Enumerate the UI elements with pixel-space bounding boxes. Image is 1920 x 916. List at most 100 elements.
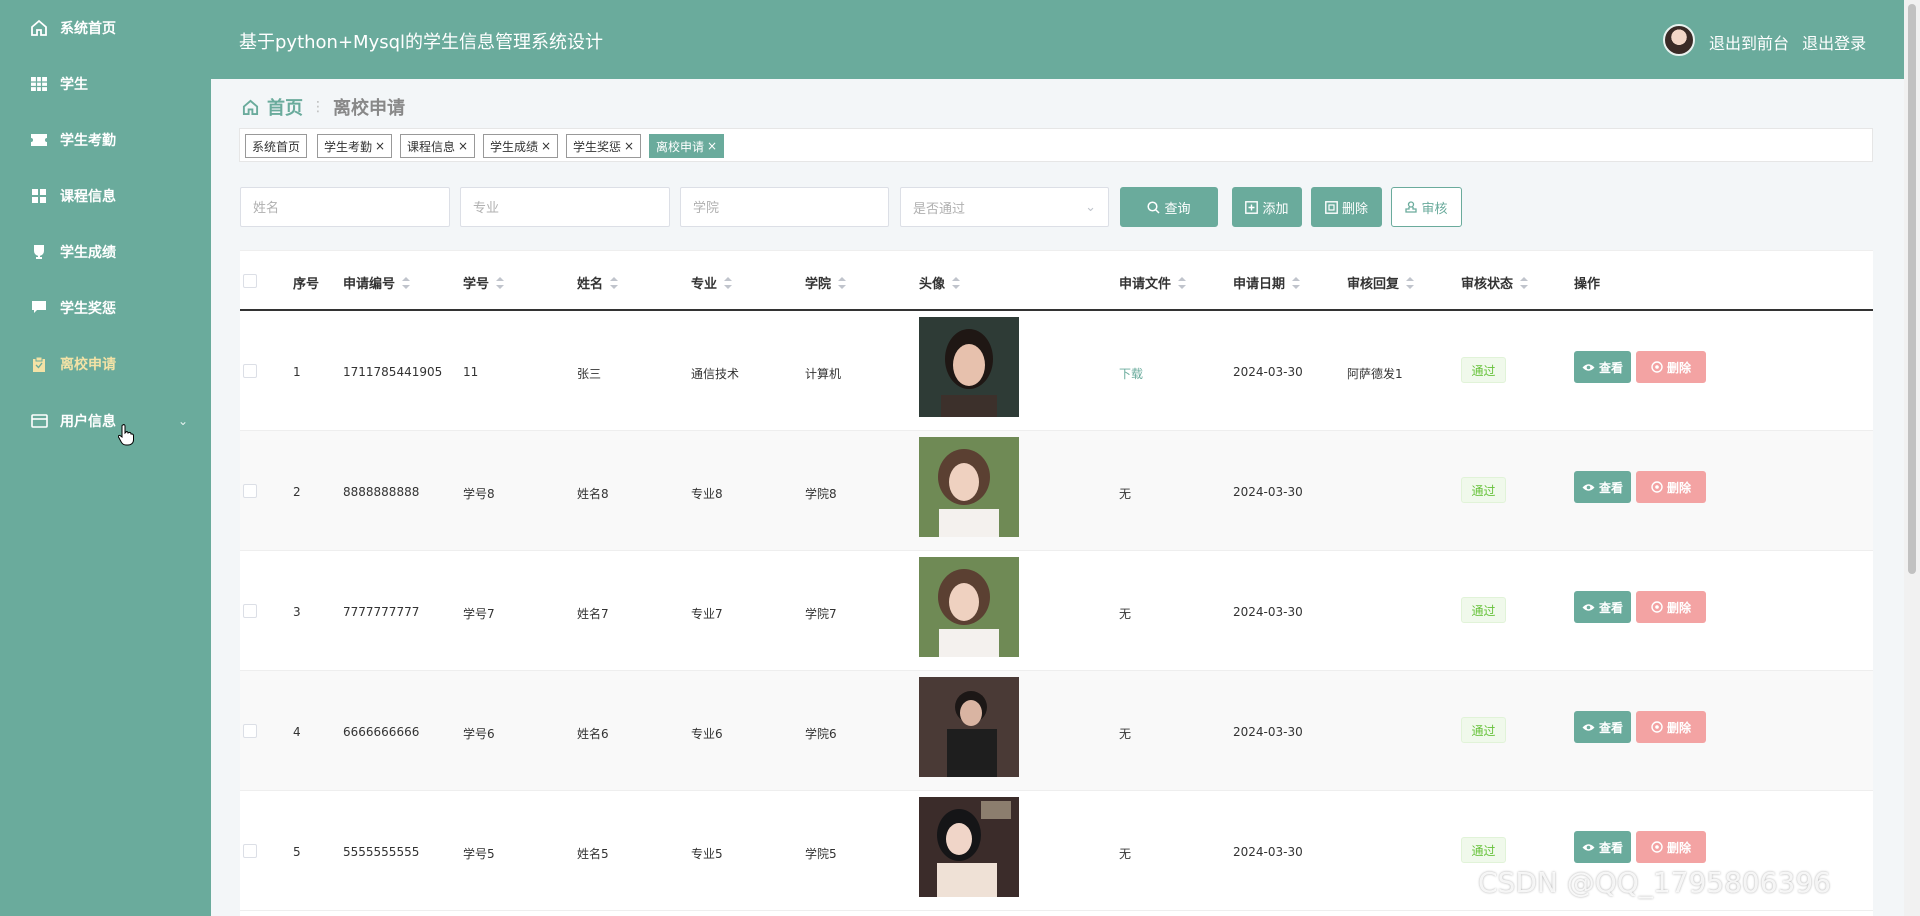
- delete-row-button[interactable]: 删除: [1636, 471, 1706, 503]
- column-header[interactable]: 申请编号: [343, 273, 411, 292]
- column-header[interactable]: 学院: [805, 273, 847, 292]
- sort-icon[interactable]: [1405, 276, 1415, 289]
- breadcrumb: 首页 ⋮ 离校申请: [242, 94, 405, 120]
- card-icon: [30, 412, 48, 430]
- sidebar-item-user-info[interactable]: 用户信息 ⌄: [0, 401, 211, 441]
- sidebar-item-grades[interactable]: 学生成绩: [0, 232, 211, 272]
- applications-table: 序号 申请编号 学号 姓名 专业 学院 头像 申请文件 申请日期 审核回复 审核…: [240, 250, 1873, 916]
- delete-row-button[interactable]: 删除: [1636, 711, 1706, 743]
- delete-row-button[interactable]: 删除: [1636, 591, 1706, 623]
- close-icon[interactable]: ×: [458, 139, 468, 153]
- sort-icon[interactable]: [609, 276, 619, 289]
- close-icon[interactable]: ×: [624, 139, 634, 153]
- sort-icon[interactable]: [951, 276, 961, 289]
- vertical-scrollbar[interactable]: [1904, 0, 1920, 916]
- sort-icon[interactable]: [495, 276, 505, 289]
- college-input[interactable]: [680, 187, 889, 227]
- column-header-label: 姓名: [577, 277, 604, 292]
- close-icon[interactable]: ×: [375, 139, 385, 153]
- column-header-label: 操作: [1574, 277, 1601, 292]
- passed-select[interactable]: 是否通过 ⌄: [900, 187, 1109, 227]
- sidebar-item-rewards[interactable]: 学生奖惩: [0, 288, 211, 328]
- row-checkbox[interactable]: [243, 724, 257, 738]
- sort-icon[interactable]: [1291, 276, 1301, 289]
- column-header[interactable]: 申请文件: [1119, 273, 1187, 292]
- close-icon[interactable]: ×: [707, 139, 717, 153]
- tag-attendance[interactable]: 学生考勤 ×: [317, 134, 393, 158]
- avatar[interactable]: [1663, 24, 1695, 56]
- view-button[interactable]: 查看: [1574, 471, 1631, 503]
- close-icon[interactable]: ×: [541, 139, 551, 153]
- sidebar-item-label: 课程信息: [60, 189, 116, 205]
- table-row: 3 7777777777 学号7 姓名7 专业7 学院7 无 2024-03-3…: [240, 551, 1873, 671]
- row-checkbox[interactable]: [243, 484, 257, 498]
- row-checkbox[interactable]: [243, 364, 257, 378]
- tag-grades[interactable]: 学生成绩 ×: [483, 134, 559, 158]
- status-badge: 通过: [1461, 717, 1506, 743]
- select-all-checkbox[interactable]: [243, 274, 257, 288]
- add-button[interactable]: 添加: [1232, 187, 1302, 227]
- application-file: 无: [1119, 487, 1132, 501]
- column-header-label: 专业: [691, 277, 718, 292]
- column-header[interactable]: 头像: [919, 273, 961, 292]
- column-header[interactable]: 学号: [463, 273, 505, 292]
- view-button[interactable]: 查看: [1574, 591, 1631, 623]
- column-header[interactable]: 姓名: [577, 273, 619, 292]
- row-checkbox[interactable]: [243, 604, 257, 618]
- student-number: 11: [463, 365, 479, 379]
- sidebar-item-leave-application[interactable]: 离校申请: [0, 344, 211, 384]
- close-circle-icon: [1651, 361, 1663, 373]
- row-index: 2: [293, 485, 301, 499]
- name-input[interactable]: [240, 187, 450, 227]
- back-to-frontend-link[interactable]: 退出到前台: [1709, 34, 1789, 53]
- sidebar-item-label: 用户信息: [60, 414, 116, 430]
- delete-row-button[interactable]: 删除: [1636, 351, 1706, 383]
- column-header[interactable]: 专业: [691, 273, 733, 292]
- row-checkbox[interactable]: [243, 844, 257, 858]
- column-header[interactable]: 申请日期: [1233, 273, 1301, 292]
- delete-button[interactable]: 删除: [1311, 187, 1382, 227]
- sidebar-item-student[interactable]: 学生: [0, 64, 211, 104]
- column-header-label: 申请日期: [1233, 277, 1286, 292]
- view-button[interactable]: 查看: [1574, 351, 1631, 383]
- sort-icon[interactable]: [1519, 276, 1529, 289]
- tag-rewards[interactable]: 学生奖惩 ×: [566, 134, 642, 158]
- sidebar-item-attendance[interactable]: 学生考勤: [0, 120, 211, 160]
- tag-label: 学生考勤: [324, 139, 373, 154]
- sort-icon[interactable]: [1177, 276, 1187, 289]
- college: 学院8: [805, 487, 837, 501]
- tag-label: 学生奖惩: [573, 139, 622, 154]
- select-placeholder: 是否通过: [913, 201, 966, 217]
- eye-icon: [1582, 363, 1595, 371]
- chat-icon: [30, 299, 48, 317]
- tag-course[interactable]: 课程信息 ×: [400, 134, 476, 158]
- search-button[interactable]: 查询: [1120, 187, 1218, 227]
- sort-icon[interactable]: [837, 276, 847, 289]
- watermark: CSDN @QQ_1795806396: [1478, 866, 1831, 899]
- close-circle-icon: [1651, 721, 1663, 733]
- table-row: 4 6666666666 学号6 姓名6 专业6 学院6 无 2024-03-3…: [240, 671, 1873, 791]
- logout-link[interactable]: 退出登录: [1802, 34, 1866, 53]
- tag-label: 课程信息: [407, 139, 456, 154]
- column-header-label: 申请编号: [343, 277, 396, 292]
- view-button[interactable]: 查看: [1574, 711, 1631, 743]
- sort-icon[interactable]: [401, 276, 411, 289]
- view-button[interactable]: 查看: [1574, 831, 1631, 863]
- tag-leave-application[interactable]: 离校申请 ×: [649, 134, 725, 158]
- scrollbar-thumb[interactable]: [1908, 4, 1916, 574]
- breadcrumb-separator: ⋮: [311, 99, 325, 115]
- review-button[interactable]: 审核: [1391, 187, 1462, 227]
- sidebar-item-home[interactable]: 系统首页: [0, 8, 211, 48]
- column-header-label: 学号: [463, 277, 490, 292]
- column-header[interactable]: 审核状态: [1461, 273, 1529, 292]
- row-index: 1: [293, 365, 301, 379]
- download-link[interactable]: 下载: [1119, 365, 1143, 382]
- column-header[interactable]: 审核回复: [1347, 273, 1415, 292]
- major-input[interactable]: [460, 187, 670, 227]
- tag-home[interactable]: 系统首页: [245, 134, 308, 158]
- row-index: 4: [293, 725, 301, 739]
- sort-icon[interactable]: [723, 276, 733, 289]
- delete-row-button[interactable]: 删除: [1636, 831, 1706, 863]
- sidebar-item-course[interactable]: 课程信息: [0, 176, 211, 216]
- breadcrumb-home-link[interactable]: 首页: [267, 94, 303, 120]
